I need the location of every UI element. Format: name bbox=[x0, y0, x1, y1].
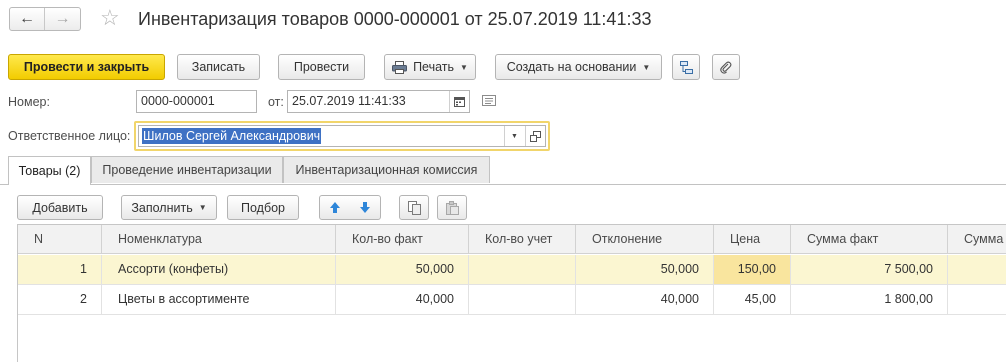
copy-icon bbox=[407, 200, 421, 215]
number-label: Номер: bbox=[8, 95, 50, 109]
arrow-down-icon bbox=[360, 202, 370, 213]
attachment-button[interactable] bbox=[712, 54, 740, 80]
cell-deviation: 40,000 bbox=[576, 285, 714, 314]
structure-button[interactable] bbox=[672, 54, 700, 80]
dropdown-caret-icon: ▼ bbox=[642, 62, 651, 72]
goods-table: N Номенклатура Кол-во факт Кол-во учет О… bbox=[17, 224, 1006, 362]
cell-sum-fact[interactable]: 1 800,00 bbox=[791, 285, 948, 314]
arrow-up-icon bbox=[330, 202, 340, 213]
nav-group: ← → bbox=[9, 7, 81, 31]
column-header-deviation[interactable]: Отклонение bbox=[576, 225, 714, 254]
column-header-price[interactable]: Цена bbox=[714, 225, 791, 254]
cell-sum-fact[interactable]: 7 500,00 bbox=[791, 255, 948, 284]
move-buttons bbox=[319, 195, 381, 220]
post-button[interactable]: Провести bbox=[278, 54, 365, 80]
cell-qty-acc bbox=[469, 285, 576, 314]
date-value: 25.07.2019 11:41:33 bbox=[292, 94, 406, 108]
move-down-button[interactable] bbox=[359, 201, 371, 214]
add-button[interactable]: Добавить bbox=[17, 195, 103, 220]
dropdown-caret-icon: ▼ bbox=[198, 203, 207, 212]
tabs-divider bbox=[0, 184, 1006, 185]
responsible-value: Шилов Сергей Александрович bbox=[142, 128, 322, 144]
cell-qty-fact[interactable]: 40,000 bbox=[336, 285, 469, 314]
responsible-field-focus: Шилов Сергей Александрович ▼ bbox=[134, 121, 550, 151]
arrow-right-icon: → bbox=[54, 10, 71, 27]
favorite-star-icon[interactable]: ☆ bbox=[100, 6, 120, 30]
back-button[interactable]: ← bbox=[10, 8, 45, 30]
cell-sum bbox=[948, 255, 1006, 284]
chevron-down-icon: ▼ bbox=[511, 132, 518, 140]
fill-label: Заполнить bbox=[131, 200, 193, 215]
table-header: N Номенклатура Кол-во факт Кол-во учет О… bbox=[18, 225, 1006, 254]
fill-button[interactable]: Заполнить ▼ bbox=[121, 195, 217, 220]
tab-inventory-commission[interactable]: Инвентаризационная комиссия bbox=[283, 156, 490, 183]
paste-icon bbox=[445, 200, 459, 215]
page-title: Инвентаризация товаров 0000-000001 от 25… bbox=[138, 9, 652, 29]
column-header-item[interactable]: Номенклатура bbox=[102, 225, 336, 254]
create-based-on-button[interactable]: Создать на основании ▼ bbox=[495, 54, 662, 80]
select-button[interactable]: Подбор bbox=[227, 195, 299, 220]
write-button[interactable]: Записать bbox=[177, 54, 260, 80]
column-header-sum-fact[interactable]: Сумма факт bbox=[791, 225, 948, 254]
table-row[interactable]: 2 Цветы в ассортименте 40,000 40,000 45,… bbox=[18, 285, 1006, 315]
column-header-sum[interactable]: Сумма bbox=[948, 225, 1006, 254]
print-label: Печать bbox=[413, 60, 455, 74]
post-and-close-button[interactable]: Провести и закрыть bbox=[8, 54, 165, 80]
structure-icon bbox=[679, 60, 694, 75]
open-window-icon bbox=[530, 130, 541, 142]
table-row[interactable]: 1 Ассорти (конфеты) 50,000 50,000 150,00… bbox=[18, 255, 1006, 285]
date-field[interactable]: 25.07.2019 11:41:33 bbox=[287, 90, 470, 113]
cell-item[interactable]: Ассорти (конфеты) bbox=[102, 255, 336, 284]
column-header-qty-fact[interactable]: Кол-во факт bbox=[336, 225, 469, 254]
responsible-label: Ответственное лицо: bbox=[8, 129, 131, 143]
cell-price[interactable]: 150,00 bbox=[714, 255, 791, 284]
date-label: от: bbox=[268, 95, 284, 109]
calendar-button[interactable] bbox=[449, 91, 469, 112]
copy-row-button[interactable] bbox=[399, 195, 429, 220]
move-up-button[interactable] bbox=[329, 201, 341, 214]
cell-price[interactable]: 45,00 bbox=[714, 285, 791, 314]
tab-goods[interactable]: Товары (2) bbox=[8, 156, 91, 185]
comment-icon[interactable] bbox=[482, 94, 496, 107]
printer-icon bbox=[392, 60, 408, 74]
cell-n: 2 bbox=[18, 285, 102, 314]
calendar-icon bbox=[454, 97, 465, 107]
responsible-open-button[interactable] bbox=[525, 126, 545, 146]
tab-inventory-posting[interactable]: Проведение инвентаризации bbox=[91, 156, 283, 183]
forward-button[interactable]: → bbox=[45, 8, 80, 30]
column-header-qty-acc[interactable]: Кол-во учет bbox=[469, 225, 576, 254]
dropdown-caret-icon: ▼ bbox=[460, 62, 468, 72]
print-button[interactable]: Печать ▼ bbox=[384, 54, 476, 80]
cell-qty-acc bbox=[469, 255, 576, 284]
paste-row-button[interactable] bbox=[437, 195, 467, 220]
cell-n: 1 bbox=[18, 255, 102, 284]
title-bar: ← → ☆ Инвентаризация товаров 0000-000001… bbox=[0, 0, 1006, 42]
cell-deviation: 50,000 bbox=[576, 255, 714, 284]
cell-qty-fact[interactable]: 50,000 bbox=[336, 255, 469, 284]
responsible-dropdown-button[interactable]: ▼ bbox=[504, 126, 524, 146]
cell-item[interactable]: Цветы в ассортименте bbox=[102, 285, 336, 314]
paperclip-icon bbox=[719, 60, 733, 75]
create-based-label: Создать на основании bbox=[506, 60, 637, 74]
arrow-left-icon: ← bbox=[19, 10, 35, 27]
number-field[interactable]: 0000-000001 bbox=[136, 90, 257, 113]
cell-sum bbox=[948, 285, 1006, 314]
column-header-n[interactable]: N bbox=[18, 225, 102, 254]
responsible-field[interactable]: Шилов Сергей Александрович ▼ bbox=[138, 125, 546, 147]
